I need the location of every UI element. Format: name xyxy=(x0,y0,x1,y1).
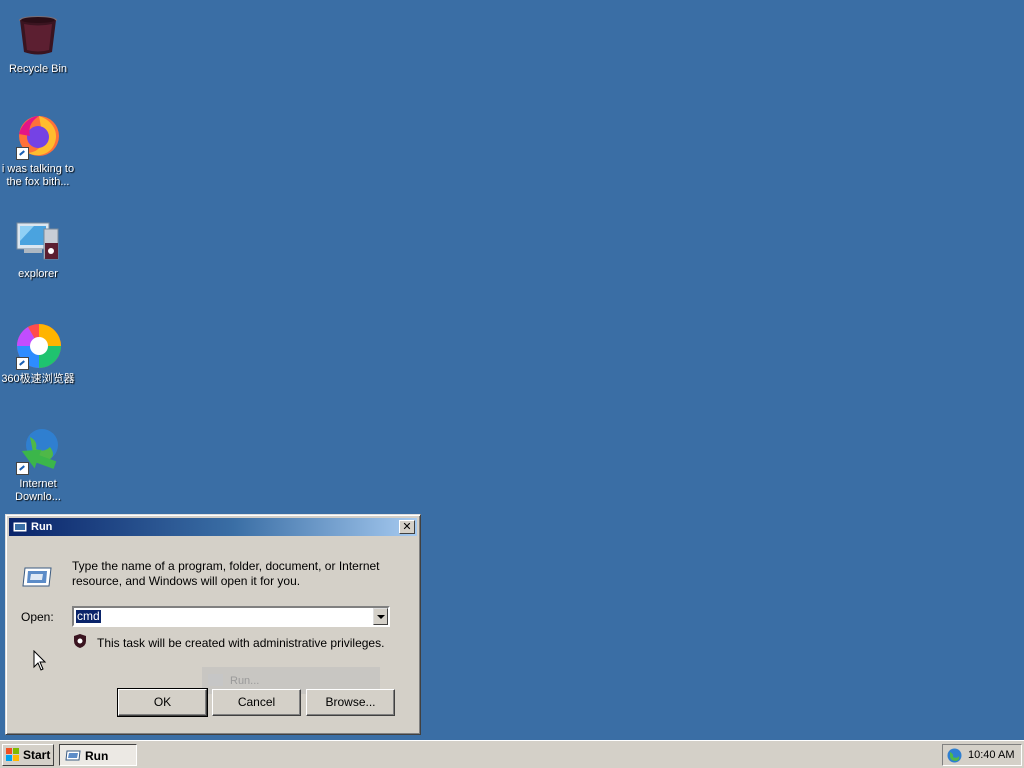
run-icon xyxy=(65,749,81,762)
shortcut-arrow-icon xyxy=(16,357,29,370)
open-combobox[interactable]: cmd xyxy=(72,606,390,627)
ghost-item-label: Run... xyxy=(230,675,260,687)
windows-logo-icon xyxy=(6,748,20,762)
clock[interactable]: 10:40 AM xyxy=(968,749,1014,761)
open-input-value[interactable]: cmd xyxy=(76,610,101,623)
cancel-button[interactable]: Cancel xyxy=(212,689,301,716)
run-dialog-titlebar[interactable]: Run ✕ xyxy=(9,518,417,536)
mouse-cursor-icon xyxy=(33,649,47,672)
browse-button[interactable]: Browse... xyxy=(306,689,395,716)
run-icon xyxy=(208,674,223,686)
shortcut-arrow-icon xyxy=(16,462,29,475)
360-browser-icon xyxy=(14,322,62,370)
start-label: Start xyxy=(23,748,51,762)
shortcut-arrow-icon xyxy=(16,147,29,160)
taskbar-item-label: Run xyxy=(85,749,109,763)
recycle-bin-icon xyxy=(14,12,62,60)
ok-button[interactable]: OK xyxy=(117,688,208,717)
desktop-icon-label: Internet Downlo... xyxy=(15,478,61,503)
run-dialog: Run ✕ Type the name of a program, folder… xyxy=(5,514,421,735)
internet-download-manager-icon xyxy=(14,427,62,475)
close-button[interactable]: ✕ xyxy=(399,520,415,534)
computer-icon xyxy=(14,217,62,265)
taskbar-item-run[interactable]: Run xyxy=(59,744,137,766)
desktop-icon-label: 360极速浏览器 xyxy=(1,373,75,385)
shield-icon xyxy=(74,634,86,648)
system-tray: 10:40 AM xyxy=(942,744,1022,766)
run-dialog-title: Run xyxy=(31,521,53,533)
desktop-icon-label: explorer xyxy=(18,268,58,280)
taskbar: Start Run 10:40 AM xyxy=(0,740,1024,768)
firefox-icon xyxy=(14,112,62,160)
run-program-icon xyxy=(21,562,53,590)
desktop-icon-explorer[interactable]: explorer xyxy=(0,217,76,281)
admin-privileges-note: This task will be created with administr… xyxy=(97,636,385,650)
desktop-icon-firefox[interactable]: i was talking to the fox bith... xyxy=(0,112,76,189)
desktop-icon-label: i was talking to the fox bith... xyxy=(1,163,75,188)
desktop-icon-internet-download-manager[interactable]: Internet Downlo... xyxy=(0,427,76,504)
open-label: Open: xyxy=(21,610,54,624)
desktop-icon-360-browser[interactable]: 360极速浏览器 xyxy=(0,322,76,386)
desktop-icon-recycle-bin[interactable]: Recycle Bin xyxy=(0,12,76,76)
run-icon xyxy=(12,520,28,534)
desktop-icon-label: Recycle Bin xyxy=(8,63,68,75)
run-description: Type the name of a program, folder, docu… xyxy=(72,559,380,588)
network-globe-icon[interactable] xyxy=(947,748,962,763)
chevron-down-icon[interactable] xyxy=(373,608,388,625)
start-button[interactable]: Start xyxy=(2,744,54,766)
